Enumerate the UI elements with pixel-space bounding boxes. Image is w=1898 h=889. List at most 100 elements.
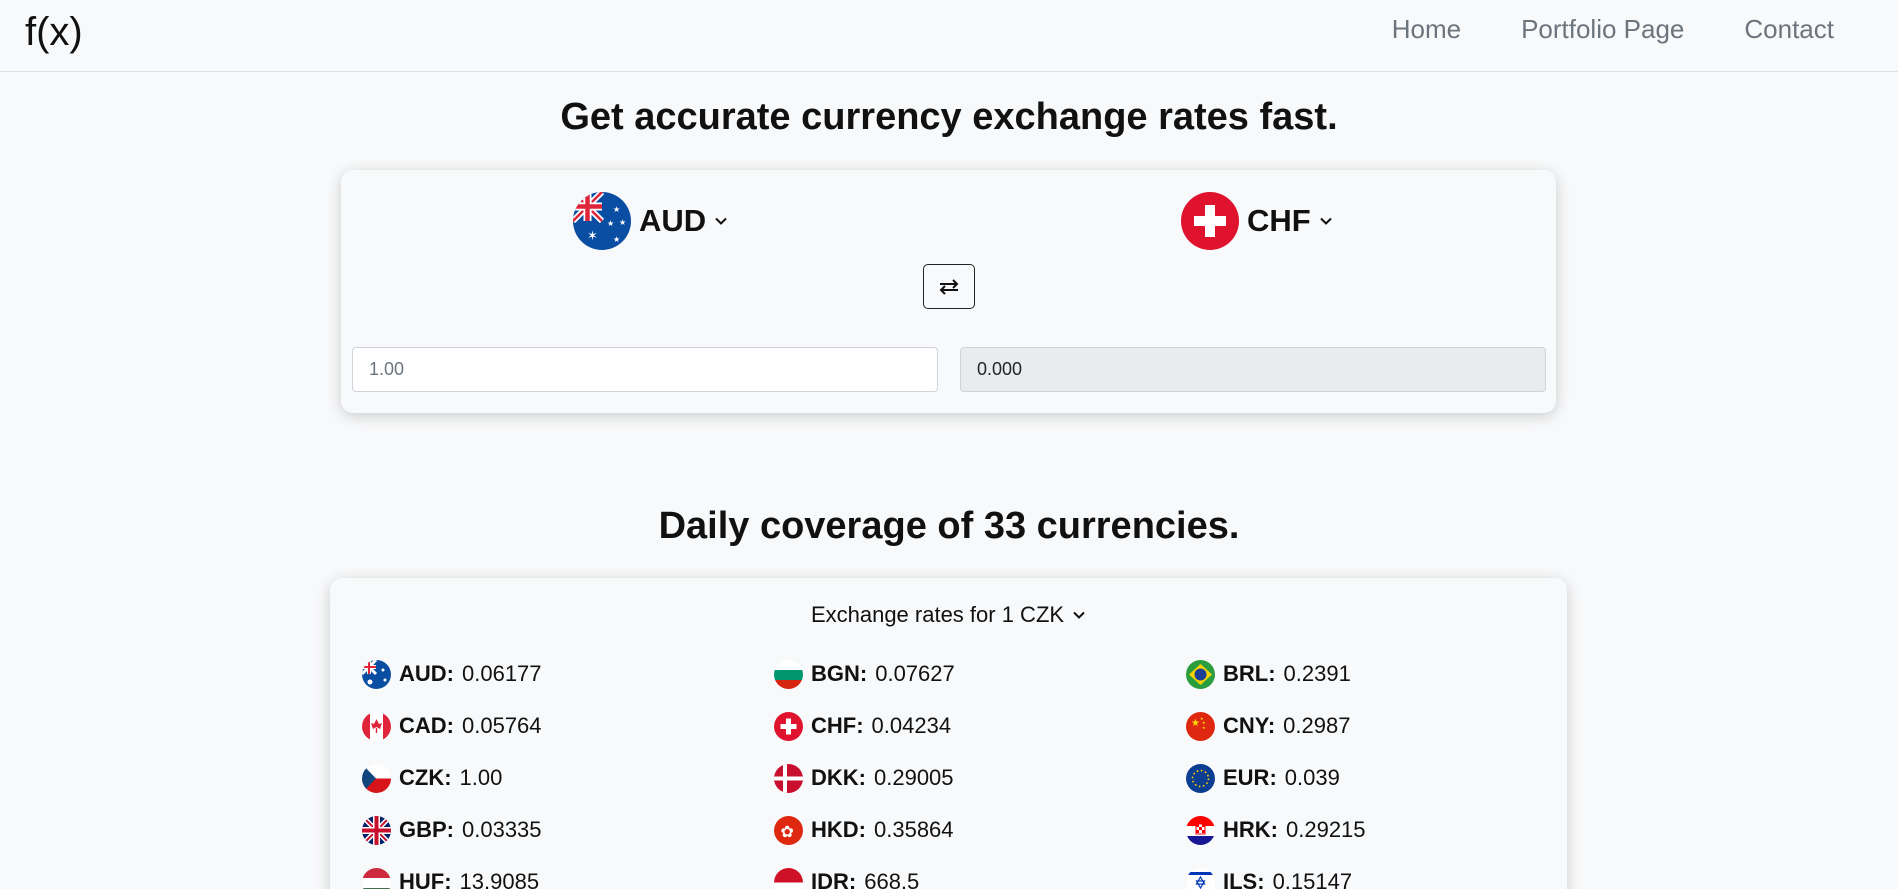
svg-text:★: ★ <box>613 235 620 244</box>
rate-item-brl: BRL: 0.2391 <box>1186 658 1562 690</box>
rate-item-czk: CZK: 1.00 <box>362 762 774 794</box>
rate-code: HUF: <box>399 869 452 889</box>
switzerland-flag-icon <box>774 711 803 741</box>
hong-kong-flag-icon: ✿ <box>774 815 803 845</box>
czech-flag-icon <box>362 763 391 793</box>
rates-grid: AUD: 0.06177 BGN: 0.07627 BRL: 0.2391 CAD: 0… <box>362 658 1562 889</box>
rate-value: 0.15147 <box>1272 869 1353 889</box>
base-currency-select[interactable]: Exchange rates for 1 CZK <box>811 602 1086 628</box>
brand-logo[interactable]: f(x) <box>25 10 83 55</box>
svg-text:★: ★ <box>607 219 614 228</box>
rate-code: BRL: <box>1223 661 1276 686</box>
brazil-flag-icon <box>1186 659 1215 689</box>
rate-value: 0.35864 <box>874 817 954 842</box>
rate-code: EUR: <box>1223 765 1277 790</box>
nav-links: Home Portfolio Page Contact <box>1392 12 1834 46</box>
rate-code: IDR: <box>811 869 857 889</box>
rate-value: 0.07627 <box>875 661 955 686</box>
rate-code: CZK: <box>399 765 452 790</box>
canada-flag-icon <box>362 711 391 741</box>
rate-item-hkd: ✿ HKD: 0.35864 <box>774 814 1186 846</box>
rate-value: 668.5 <box>864 869 920 889</box>
denmark-flag-icon <box>774 763 803 793</box>
bulgaria-flag-icon <box>774 659 803 689</box>
eu-flag-icon <box>1186 763 1215 793</box>
rate-code: HKD: <box>811 817 866 842</box>
svg-text:★: ★ <box>613 205 620 214</box>
rate-code: DKK: <box>811 765 866 790</box>
rate-code: CNY: <box>1223 713 1276 738</box>
rate-code: AUD: <box>399 661 454 686</box>
rate-value: 0.29005 <box>874 765 954 790</box>
coverage-headline-pre: Daily coverage of <box>658 505 984 547</box>
rate-value: 0.29215 <box>1286 817 1366 842</box>
rates-title: Exchange rates for 1 CZK <box>810 602 1065 627</box>
converter-card: ✶ ★ ★ ★ ★ AUD CHF 0.000 <box>341 170 1556 413</box>
rate-value: 0.2987 <box>1283 713 1351 738</box>
croatia-flag-icon <box>1186 815 1215 845</box>
rate-item-ils: ILS: 0.15147 <box>1186 866 1562 889</box>
svg-text:✶: ✶ <box>587 228 598 243</box>
rate-item-dkk: DKK: 0.29005 <box>774 762 1186 794</box>
rate-code: CHF: <box>811 713 864 738</box>
rate-item-cny: ★ ★ ★ ★ CNY: 0.2987 <box>1186 710 1562 742</box>
rate-item-huf: HUF: 13.9085 <box>362 866 774 889</box>
rate-value: 0.2391 <box>1283 661 1351 686</box>
rate-item-hrk: HRK: 0.29215 <box>1186 814 1562 846</box>
converted-amount-output: 0.000 <box>960 347 1546 392</box>
nav-portfolio-link[interactable]: Portfolio Page <box>1521 12 1684 46</box>
svg-text:★: ★ <box>1191 718 1200 729</box>
coverage-headline: Daily coverage of 33 currencies. <box>0 505 1898 548</box>
to-currency-code: CHF <box>1247 203 1311 238</box>
amount-input[interactable] <box>352 347 938 392</box>
swap-arrows-icon <box>939 278 959 295</box>
chevron-down-icon <box>1073 611 1085 619</box>
svg-text:★: ★ <box>619 218 626 227</box>
rate-code: ILS: <box>1223 869 1265 889</box>
australia-flag-icon: ✶ ★ ★ ★ ★ <box>573 192 631 250</box>
rate-code: BGN: <box>811 661 868 686</box>
nav-home-link[interactable]: Home <box>1392 12 1461 46</box>
rate-value: 0.039 <box>1284 765 1340 790</box>
rate-value: 0.04234 <box>871 713 952 738</box>
rate-value: 0.06177 <box>462 661 542 686</box>
coverage-headline-strong: 33 currencies. <box>983 505 1240 547</box>
rate-item-eur: EUR: 0.039 <box>1186 762 1562 794</box>
hero-headline: Get accurate currency exchange rates fas… <box>0 96 1898 139</box>
swap-currencies-button[interactable] <box>923 264 975 309</box>
nav-contact-link[interactable]: Contact <box>1744 12 1834 46</box>
to-currency-select[interactable]: CHF <box>1181 192 1333 250</box>
from-currency-code: AUD <box>639 203 707 238</box>
rate-item-aud: AUD: 0.06177 <box>362 658 774 690</box>
chevron-down-icon <box>715 217 727 225</box>
rates-card: Exchange rates for 1 CZK AUD: 0.06177 BGN… <box>330 578 1567 889</box>
china-flag-icon: ★ ★ ★ ★ <box>1186 711 1215 741</box>
navbar: f(x) Home Portfolio Page Contact <box>0 0 1898 72</box>
rate-item-bgn: BGN: 0.07627 <box>774 658 1186 690</box>
rate-item-gbp: GBP: 0.03335 <box>362 814 774 846</box>
svg-text:✿: ✿ <box>781 824 794 841</box>
uk-flag-icon <box>362 815 391 845</box>
rate-item-chf: CHF: 0.04234 <box>774 710 1186 742</box>
rate-code: CAD: <box>399 713 454 738</box>
rate-value: 0.05764 <box>462 713 542 738</box>
rate-value: 0.03335 <box>462 817 542 842</box>
rate-code: GBP: <box>399 817 454 842</box>
rate-value: 13.9085 <box>459 869 540 889</box>
hero-headline-pre: Get accurate <box>560 96 802 138</box>
hero-headline-strong: currency exchange rates <box>801 96 1249 138</box>
from-currency-select[interactable]: ✶ ★ ★ ★ ★ AUD <box>573 192 728 250</box>
rate-code: HRK: <box>1223 817 1278 842</box>
chevron-down-icon <box>1320 217 1332 225</box>
rate-value: 1.00 <box>459 765 503 790</box>
rates-header: Exchange rates for 1 CZK <box>330 602 1567 628</box>
australia-flag-icon <box>362 659 391 689</box>
indonesia-flag-icon <box>774 867 803 889</box>
rate-item-cad: CAD: 0.05764 <box>362 710 774 742</box>
switzerland-flag-icon <box>1181 192 1239 250</box>
hero-headline-post: fast. <box>1248 96 1338 138</box>
hungary-flag-icon <box>362 867 391 889</box>
svg-text:★: ★ <box>1202 725 1206 730</box>
rate-item-idr: IDR: 668.5 <box>774 866 1186 889</box>
israel-flag-icon <box>1186 867 1215 889</box>
